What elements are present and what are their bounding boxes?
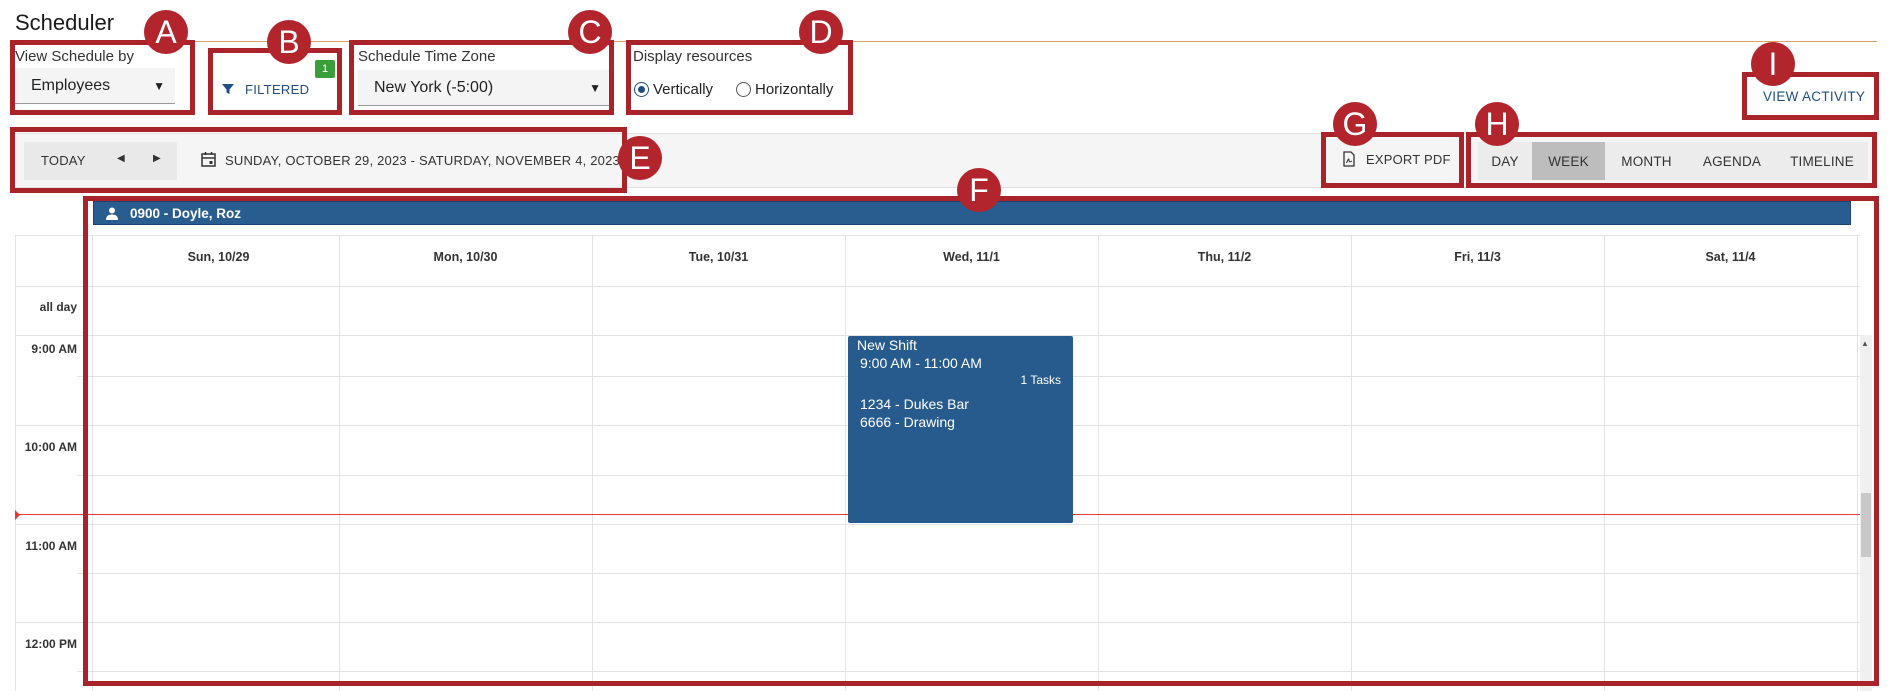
all-day-label: all day [39, 300, 77, 314]
annotation-box-f [83, 196, 1879, 686]
annotation-badge-h: H [1475, 102, 1519, 146]
annotation-badge-e: E [618, 136, 662, 180]
time-label: 12:00 PM [24, 637, 77, 651]
annotation-badge-i: I [1751, 42, 1795, 86]
annotation-badge-c: C [568, 10, 612, 54]
annotation-box-c [349, 40, 614, 115]
annotation-badge-b: B [267, 20, 311, 64]
annotation-box-h [1466, 132, 1877, 188]
page-title: Scheduler [15, 10, 115, 35]
time-label: 9:00 AM [31, 342, 77, 356]
annotation-badge-g: G [1333, 102, 1377, 146]
annotation-box-e [10, 127, 627, 193]
current-time-marker [15, 510, 20, 520]
annotation-badge-f: F [957, 168, 1001, 212]
annotation-badge-a: A [144, 10, 188, 54]
time-label: 10:00 AM [24, 440, 77, 454]
annotation-badge-d: D [799, 10, 843, 54]
time-label: 11:00 AM [25, 539, 77, 553]
